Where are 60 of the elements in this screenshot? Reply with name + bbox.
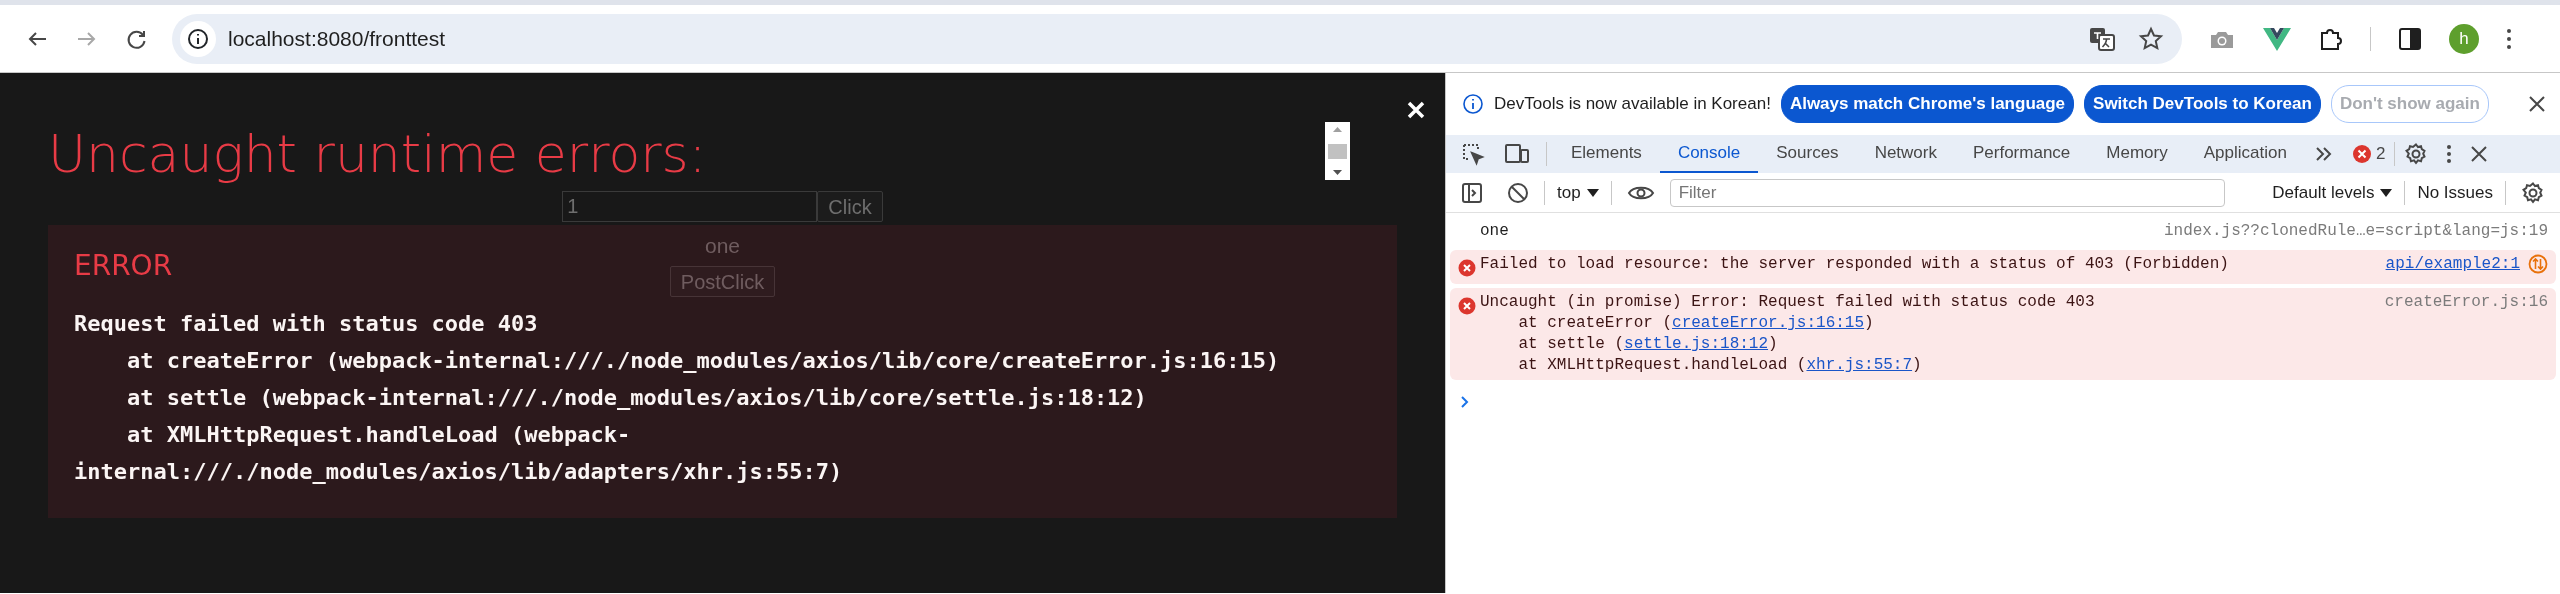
infobar-button[interactable]: Always match Chrome's language [1780, 85, 2075, 123]
close-icon[interactable] [2528, 95, 2546, 113]
error-counter[interactable]: 2 [2342, 135, 2395, 173]
settings-icon[interactable] [2404, 142, 2429, 166]
error-icon [2351, 144, 2372, 164]
error-icon [1458, 296, 1476, 315]
source-link[interactable]: xhr.js:55:7 [1806, 356, 1913, 374]
stack-frame: at XMLHttpRequest.handleLoad (xhr.js:55:7) [1480, 355, 2373, 376]
issues-button[interactable]: No Issues [2411, 179, 2499, 206]
url-text: localhost:8080/fronttest [228, 25, 446, 52]
source-link[interactable]: settle.js:18:12 [1624, 335, 1769, 353]
source-location[interactable]: createError.js:16 [2384, 292, 2548, 313]
panel-tab[interactable]: Elements [1553, 135, 1660, 173]
device-toolbar-icon[interactable] [1503, 142, 1531, 166]
prompt-chevron-icon[interactable] [1460, 394, 1470, 409]
error-heading: ERROR [74, 248, 173, 285]
panel-tab[interactable]: Sources [1758, 135, 1857, 173]
star-icon[interactable] [2138, 25, 2164, 52]
settings-icon[interactable] [2521, 180, 2545, 205]
console-message: one [1480, 221, 1510, 242]
info-icon [1462, 93, 1484, 115]
context-dropdown[interactable]: top [1551, 179, 1605, 206]
error-stack-trace: Request failed with status code 403 at createError (webpack-internal:///./node_modules/axios/lib/core/createError.js:16:15) at settle (webpack-internal:///./node_modules/axios/lib/core/settle.js:18:12) at XMLHttpRequest.handleLoad (webpack-internal:///./node_modules/axios/lib/adapters/xhr.js:55:7) [74, 310, 1281, 487]
infobar-message: DevTools is now available in Korean! [1494, 93, 1771, 116]
clear-console-icon[interactable] [1507, 181, 1529, 204]
kebab-menu-icon[interactable] [2446, 143, 2453, 165]
source-location[interactable]: index.js??clonedRule…e=script&lang=js:19 [2163, 221, 2548, 242]
text-input[interactable]: 1 [562, 191, 818, 222]
stack-frame: at createError (createError.js:16:15) [1480, 313, 2373, 334]
caret-icon [2380, 188, 2393, 197]
overlay-title: Uncaught runtime errors: [48, 123, 707, 186]
info-icon[interactable] [187, 27, 209, 50]
console-message: Uncaught (in promise) Error: Request failed with status code 403 [1480, 292, 2096, 313]
filter-field[interactable]: Filter [1669, 178, 2225, 207]
error-count: 2 [2375, 143, 2386, 166]
error-icon [1458, 258, 1476, 277]
panel-tab[interactable]: Console [1659, 135, 1759, 173]
panel-tab[interactable]: Memory [2088, 135, 2186, 173]
log-levels-dropdown[interactable]: Default levels [2266, 179, 2399, 206]
panel-tab[interactable]: Network [1856, 135, 1955, 173]
side-panel-icon[interactable] [2397, 25, 2423, 52]
caret-icon [1586, 188, 1599, 197]
stack-frame: at settle (settle.js:18:12) [1480, 334, 2373, 355]
v-logo-icon[interactable] [2262, 25, 2292, 52]
close-icon[interactable] [2470, 145, 2489, 163]
console-message: Failed to load resource: the server responded with a status of 403 (Forbidden) [1480, 254, 2230, 275]
panel-tab[interactable]: Performance [1955, 135, 2089, 173]
click-button[interactable]: Click [817, 191, 883, 222]
infobar-button[interactable]: Switch DevTools to Korean [2084, 85, 2321, 123]
network-request-icon[interactable] [2528, 254, 2548, 274]
source-link[interactable]: createError.js:16:15 [1672, 314, 1865, 332]
inspect-element-icon[interactable] [1461, 142, 1485, 166]
source-link[interactable]: api/example2:1 [2385, 254, 2520, 275]
scrollbar[interactable] [1325, 122, 1350, 180]
profile-avatar[interactable]: h [2449, 23, 2479, 54]
more-tabs-icon[interactable] [2313, 145, 2334, 163]
address-bar[interactable]: localhost:8080/fronttest [172, 13, 2182, 64]
sidebar-toggle-icon[interactable] [1461, 181, 1483, 204]
page-text: one [704, 234, 740, 258]
panel-tab[interactable]: Application [2185, 135, 2305, 173]
